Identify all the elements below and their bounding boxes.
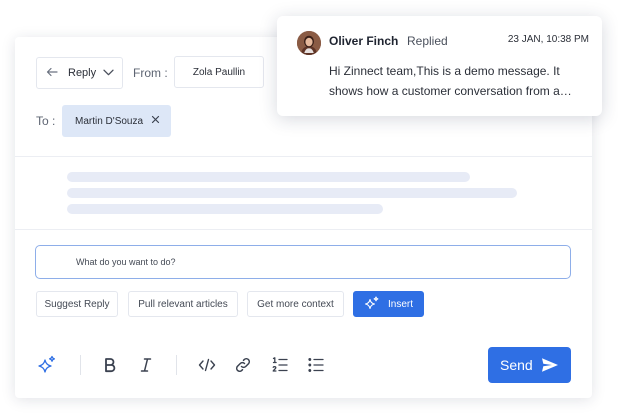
send-button[interactable]: Send [488, 347, 571, 383]
toolbar-separator [80, 355, 81, 375]
skeleton-line [67, 172, 470, 182]
insert-label: Insert [387, 298, 413, 310]
suggest-reply-chip[interactable]: Suggest Reply [36, 291, 118, 317]
skeleton-line [67, 204, 383, 214]
header-divider [15, 156, 592, 157]
sparkle-icon [364, 296, 379, 310]
pull-articles-label: Pull relevant articles [138, 298, 228, 310]
close-icon[interactable] [150, 114, 161, 125]
message-preview: Hi Zinnect team,This is a demo message. … [329, 64, 560, 98]
link-icon[interactable] [233, 355, 253, 375]
numbered-list-icon[interactable] [270, 355, 290, 375]
app-stage: Reply From : Zola Paullin To : Martin D'… [0, 0, 618, 414]
from-value: Zola Paullin [192, 66, 246, 78]
send-label: Send [500, 357, 533, 373]
conversation-notification[interactable]: Oliver Finch Replied 23 JAN, 10:38 PM Hi… [277, 16, 602, 116]
from-label: From : [133, 66, 168, 80]
to-label: To : [36, 114, 56, 128]
timestamp: 23 JAN, 10:38 PM [507, 34, 589, 45]
more-context-label: Get more context [257, 298, 334, 310]
send-icon [542, 358, 558, 372]
sparkle-icon[interactable] [37, 355, 57, 375]
reply-arrow-icon [46, 67, 58, 80]
reply-mode-label: Reply [68, 67, 97, 79]
avatar [297, 31, 321, 55]
toolbar-separator [176, 355, 177, 375]
status-label: Replied [407, 34, 448, 48]
contact-name: Oliver Finch [329, 34, 399, 48]
chevron-down-icon [103, 67, 114, 79]
formatting-toolbar: Send [15, 347, 592, 383]
recipient-name: Martin D'Souza [75, 115, 144, 127]
code-icon[interactable] [197, 355, 217, 375]
more-context-chip[interactable]: Get more context [247, 291, 344, 317]
skeleton-line [67, 188, 517, 198]
italic-icon[interactable] [136, 355, 156, 375]
insert-button[interactable]: Insert [353, 291, 424, 317]
body-divider [15, 229, 592, 230]
recipient-chip: Martin D'Souza [62, 105, 171, 137]
ai-prompt-input[interactable] [35, 245, 571, 279]
reply-mode-dropdown[interactable]: Reply [36, 57, 123, 89]
suggest-reply-label: Suggest Reply [44, 298, 110, 310]
from-field[interactable]: Zola Paullin [174, 56, 264, 88]
composer-header: Reply From : Zola Paullin [36, 56, 264, 89]
pull-articles-chip[interactable]: Pull relevant articles [128, 291, 238, 317]
bullet-list-icon[interactable] [306, 355, 326, 375]
bold-icon[interactable] [100, 355, 120, 375]
